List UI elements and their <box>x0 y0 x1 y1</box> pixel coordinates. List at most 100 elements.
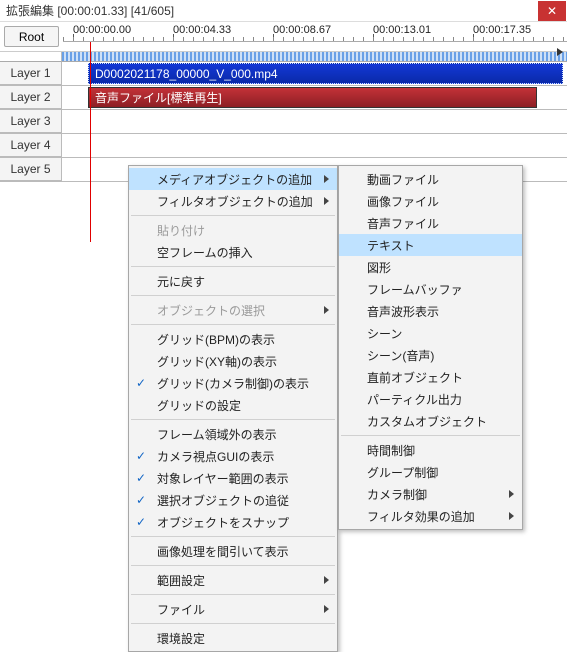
menu-separator <box>131 215 335 216</box>
submenu-item[interactable]: グループ制御 <box>339 461 522 483</box>
submenu-item[interactable]: テキスト <box>339 234 522 256</box>
layer-row: Layer 4 <box>0 134 567 158</box>
submenu-item[interactable]: フレームバッファ <box>339 278 522 300</box>
context-menu-item[interactable]: ✓ グリッド(カメラ制御)の表示 <box>129 372 337 394</box>
context-menu-item[interactable]: 環境設定 <box>129 627 337 649</box>
layer-label[interactable]: Layer 5 <box>0 158 62 181</box>
window-title: 拡張編集 [00:00:01.33] [41/605] <box>6 2 538 19</box>
context-menu-item[interactable]: フレーム領域外の表示 <box>129 423 337 445</box>
menu-item-label: グリッドの設定 <box>157 397 241 414</box>
submenu-item[interactable]: 時間制御 <box>339 439 522 461</box>
menu-item-label: フィルタオブジェクトの追加 <box>157 193 313 210</box>
menu-item-label: シーン <box>367 325 402 342</box>
layer-track[interactable] <box>62 110 567 133</box>
submenu-item[interactable]: フィルタ効果の追加 <box>339 505 522 527</box>
menu-item-label: 音声波形表示 <box>367 303 439 320</box>
scroll-right-icon[interactable] <box>557 48 563 56</box>
check-icon: ✓ <box>136 376 146 390</box>
submenu-item[interactable]: 図形 <box>339 256 522 278</box>
menu-item-label: グループ制御 <box>367 464 438 481</box>
context-menu-item[interactable]: 元に戻す <box>129 270 337 292</box>
submenu-item[interactable]: カスタムオブジェクト <box>339 410 522 432</box>
layer-label[interactable]: Layer 3 <box>0 110 62 133</box>
menu-separator <box>131 594 335 595</box>
submenu-arrow-icon <box>324 576 329 584</box>
layer-label[interactable]: Layer 4 <box>0 134 62 157</box>
submenu-item[interactable]: 動画ファイル <box>339 168 522 190</box>
menu-item-label: 直前オブジェクト <box>367 369 463 386</box>
submenu-item[interactable]: シーン <box>339 322 522 344</box>
context-menu-item[interactable]: メディアオブジェクトの追加 <box>129 168 337 190</box>
minor-ticks <box>63 37 567 41</box>
menu-separator <box>131 419 335 420</box>
submenu-arrow-icon <box>324 197 329 205</box>
menu-item-label: カメラ制御 <box>367 486 427 503</box>
context-menu-item[interactable]: グリッド(BPM)の表示 <box>129 328 337 350</box>
frame-strip[interactable] <box>62 52 567 62</box>
submenu-arrow-icon <box>324 175 329 183</box>
audio-clip[interactable]: 音声ファイル[標準再生] <box>88 87 537 108</box>
menu-item-label: 範囲設定 <box>157 572 205 589</box>
context-menu-item[interactable]: ✓対象レイヤー範囲の表示 <box>129 467 337 489</box>
submenu-item[interactable]: 音声ファイル <box>339 212 522 234</box>
context-menu-item[interactable]: 空フレームの挿入 <box>129 241 337 263</box>
submenu-item[interactable]: パーティクル出力 <box>339 388 522 410</box>
timeline-ruler-area[interactable]: 00:00:00.00 00:00:04.33 00:00:08.67 00:0… <box>63 22 567 51</box>
time-tick: 00:00:13.01 <box>373 24 431 36</box>
context-menu-item[interactable]: ファイル <box>129 598 337 620</box>
menu-item-label: 画像処理を間引いて表示 <box>157 543 289 560</box>
submenu-item[interactable]: 画像ファイル <box>339 190 522 212</box>
menu-separator <box>131 266 335 267</box>
check-icon: ✓ <box>136 515 146 529</box>
menu-item-label: 図形 <box>367 259 391 276</box>
menu-item-label: オブジェクトの選択 <box>157 302 265 319</box>
menu-item-label: グリッド(カメラ制御)の表示 <box>157 375 309 392</box>
root-button[interactable]: Root <box>4 26 59 47</box>
menu-item-label: 画像ファイル <box>367 193 439 210</box>
submenu-media-object: 動画ファイル画像ファイル音声ファイルテキスト図形フレームバッファ音声波形表示シー… <box>338 165 523 530</box>
menu-item-label: フレームバッファ <box>367 281 463 298</box>
menu-item-label: 環境設定 <box>157 630 205 647</box>
context-menu-item[interactable]: フィルタオブジェクトの追加 <box>129 190 337 212</box>
menu-item-label: ファイル <box>157 601 205 618</box>
time-tick: 00:00:17.35 <box>473 24 531 36</box>
context-menu-item[interactable]: ✓カメラ視点GUIの表示 <box>129 445 337 467</box>
menu-separator <box>131 623 335 624</box>
context-menu-item[interactable]: グリッド(XY軸)の表示 <box>129 350 337 372</box>
menu-item-label: グリッド(BPM)の表示 <box>157 331 275 348</box>
title-bar: 拡張編集 [00:00:01.33] [41/605] ✕ <box>0 0 567 22</box>
submenu-item[interactable]: シーン(音声) <box>339 344 522 366</box>
layer-row: Layer 3 <box>0 110 567 134</box>
frame-strip-gutter <box>0 52 62 62</box>
clip-label: 音声ファイル[標準再生] <box>95 89 222 106</box>
layer-track[interactable]: 音声ファイル[標準再生] <box>62 86 567 109</box>
menu-item-label: カメラ視点GUIの表示 <box>157 448 274 465</box>
video-clip[interactable]: D0002021178_00000_V_000.mp4 <box>88 63 563 84</box>
submenu-item[interactable]: カメラ制御 <box>339 483 522 505</box>
menu-item-label: グリッド(XY軸)の表示 <box>157 353 277 370</box>
context-menu-item[interactable]: 範囲設定 <box>129 569 337 591</box>
layer-track[interactable] <box>62 134 567 157</box>
layer-label[interactable]: Layer 2 <box>0 86 62 109</box>
context-menu-item[interactable]: ✓ オブジェクトをスナップ <box>129 511 337 533</box>
submenu-arrow-icon <box>324 605 329 613</box>
menu-item-label: メディアオブジェクトの追加 <box>157 171 312 188</box>
menu-item-label: シーン(音声) <box>367 347 434 364</box>
submenu-arrow-icon <box>509 512 514 520</box>
time-tick: 00:00:04.33 <box>173 24 231 36</box>
context-menu-item[interactable]: 画像処理を間引いて表示 <box>129 540 337 562</box>
menu-item-label: パーティクル出力 <box>367 391 462 408</box>
playhead[interactable] <box>90 42 91 242</box>
submenu-item[interactable]: 直前オブジェクト <box>339 366 522 388</box>
close-button[interactable]: ✕ <box>538 1 566 21</box>
layer-label[interactable]: Layer 1 <box>0 62 62 85</box>
menu-item-label: 音声ファイル <box>367 215 439 232</box>
layer-track[interactable]: D0002021178_00000_V_000.mp4 <box>62 62 567 85</box>
check-icon: ✓ <box>136 493 146 507</box>
menu-item-label: テキスト <box>367 237 415 254</box>
context-menu-item[interactable]: グリッドの設定 <box>129 394 337 416</box>
submenu-item[interactable]: 音声波形表示 <box>339 300 522 322</box>
context-menu-item: オブジェクトの選択 <box>129 299 337 321</box>
context-menu-item[interactable]: ✓選択オブジェクトの追従 <box>129 489 337 511</box>
menu-item-label: オブジェクトをスナップ <box>157 514 289 531</box>
